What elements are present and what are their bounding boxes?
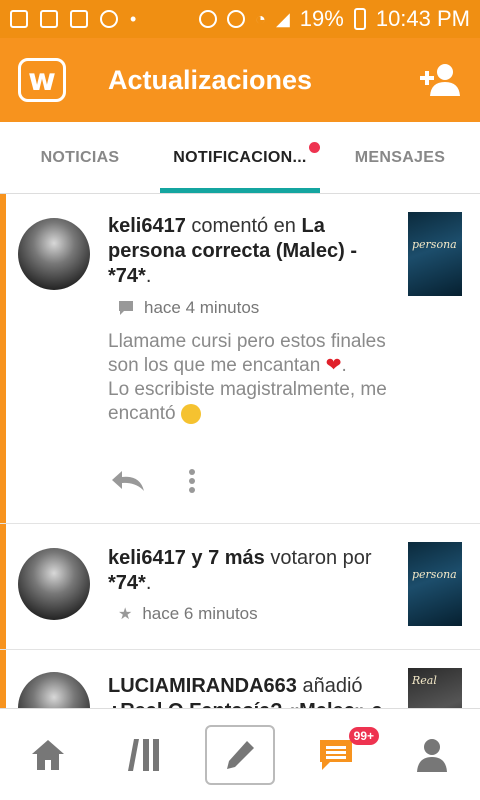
avatar[interactable]	[18, 548, 90, 620]
tab-mensajes[interactable]: MENSAJES	[320, 122, 480, 193]
profile-icon	[417, 738, 447, 772]
notification-text: keli6417 comentó en La persona correcta …	[108, 214, 390, 289]
mute-icon	[199, 10, 218, 28]
heart-emoji-icon: ❤	[325, 355, 342, 376]
notification-badge: 99+	[348, 726, 379, 745]
nav-home[interactable]	[13, 725, 83, 785]
star-icon: ★	[118, 606, 133, 623]
timestamp-row: ★ hace 6 minutos	[118, 604, 258, 624]
suffix: .	[145, 572, 152, 594]
logo-letter: w	[28, 62, 56, 98]
download-icon	[70, 10, 88, 28]
cover-text: Real	[412, 674, 437, 687]
nav-profile[interactable]	[397, 725, 467, 785]
tab-label: NOTICIAS	[40, 148, 120, 166]
notification-feed[interactable]: keli6417 comentó en La persona correcta …	[0, 194, 480, 708]
more-options-icon[interactable]	[188, 468, 196, 494]
list-item[interactable]: LUCIAMIRANDA663 añadió ¿Real O Fantasía?…	[0, 650, 480, 708]
wifi-icon: ◔	[255, 8, 266, 29]
library-icon	[128, 738, 159, 771]
tab-label: NOTIFICACION...	[173, 148, 307, 166]
nav-write[interactable]	[205, 724, 275, 785]
story-title[interactable]: *74*	[108, 572, 146, 594]
clock: 10:43 PM	[375, 6, 470, 31]
wattpad-logo-button[interactable]: w	[18, 58, 66, 102]
nav-library[interactable]	[109, 725, 179, 785]
tab-noticias[interactable]: NOTICIAS	[0, 122, 160, 193]
battery-icon	[353, 8, 366, 30]
nav-notifications[interactable]: 99+	[301, 725, 379, 785]
action-text: comentó en	[185, 215, 302, 237]
notifications-icon	[320, 739, 352, 770]
avatar[interactable]	[18, 218, 90, 290]
list-item[interactable]: keli6417 comentó en La persona correcta …	[0, 194, 480, 524]
comment-actions	[110, 468, 196, 494]
suffix: .	[145, 265, 152, 287]
battery-level: 19%	[299, 6, 344, 31]
signal-icon: ◢	[275, 8, 290, 29]
action-text: añadió	[296, 675, 363, 697]
list-item[interactable]: keli6417 y 7 más votaron por *74*. perso…	[0, 524, 480, 650]
alarm-icon	[227, 10, 246, 28]
comment-body: Llamame cursi pero estos finales son los…	[108, 331, 387, 424]
kiss-emoji-icon	[180, 403, 201, 424]
tab-label: MENSAJES	[354, 148, 446, 166]
user-name[interactable]: keli6417 y 7 más	[108, 547, 265, 569]
comment-icon	[119, 301, 133, 315]
facebook-icon	[40, 10, 58, 28]
home-icon	[32, 739, 64, 770]
avatar[interactable]	[18, 672, 90, 708]
cover-text: persona	[412, 568, 457, 581]
tab-bar: NOTICIAS NOTIFICACION... MENSAJES	[0, 122, 480, 194]
tab-notificaciones[interactable]: NOTIFICACION...	[160, 122, 320, 193]
chat-icon	[100, 10, 118, 28]
status-bar: • ◔ ◢ 19% 10:43 PM	[0, 0, 480, 38]
pencil-icon	[227, 740, 254, 769]
reply-icon[interactable]	[110, 469, 146, 493]
story-cover[interactable]: Real	[408, 668, 462, 708]
story-cover[interactable]: persona	[408, 542, 462, 626]
add-user-icon	[420, 64, 460, 96]
comment-line-2: Lo escribiste magistralmente, me encantó	[108, 379, 387, 424]
notification-text: LUCIAMIRANDA663 añadió ¿Real O Fantasía?…	[108, 674, 390, 708]
bottom-navigation: 99+	[0, 708, 480, 800]
timestamp: hace 4 minutos	[144, 298, 260, 317]
app-bar: w Actualizaciones	[0, 38, 480, 122]
cover-text: persona	[412, 238, 457, 251]
timestamp: hace 6 minutos	[142, 604, 258, 623]
action-text: votaron por	[264, 547, 372, 569]
story-cover[interactable]: persona	[408, 212, 462, 296]
notification-text: keli6417 y 7 más votaron por *74*.	[108, 546, 390, 596]
comment-line-1: Llamame cursi pero estos finales son los…	[108, 331, 386, 376]
page-title: Actualizaciones	[108, 64, 313, 95]
story-title[interactable]: ¿Real O Fantasía? «Malec» a	[108, 700, 383, 708]
timestamp-row: hace 4 minutos	[118, 298, 259, 318]
more-dots-icon: •	[130, 8, 137, 29]
user-name[interactable]: keli6417	[108, 215, 186, 237]
gallery-icon	[10, 10, 28, 28]
add-user-button[interactable]	[418, 58, 462, 102]
unread-dot	[309, 142, 320, 153]
user-name[interactable]: LUCIAMIRANDA663	[108, 675, 297, 697]
